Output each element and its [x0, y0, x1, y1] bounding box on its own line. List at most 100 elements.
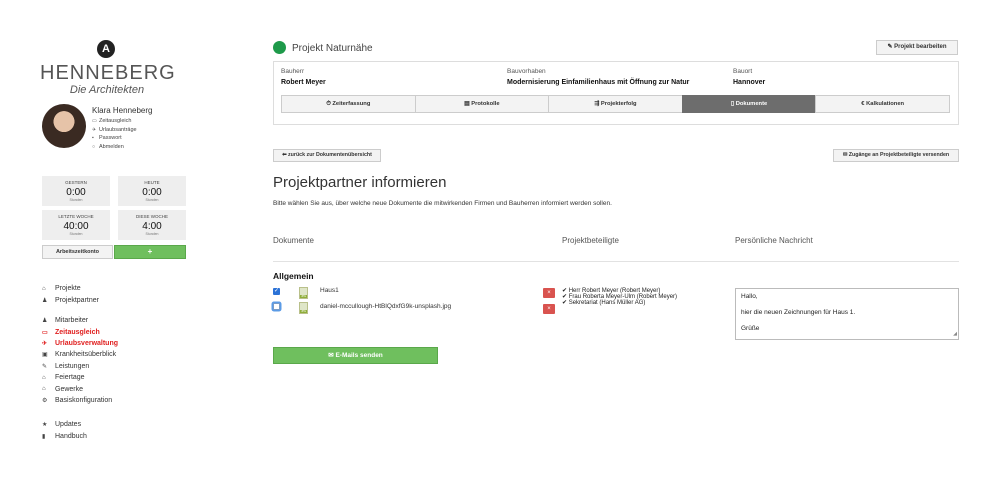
clock-card-icon: ▭ — [42, 329, 48, 336]
sidebar-item-label: Krankheitsüberblick — [55, 351, 117, 359]
sidebar-item[interactable]: ♟ Projektpartner — [42, 294, 99, 305]
briefcase-icon: ▣ — [42, 352, 48, 359]
sidebar-item[interactable]: ♟ Mitarbeiter — [42, 315, 118, 326]
work-time-account-button[interactable]: Arbeitszeitkonto — [42, 245, 113, 259]
home-icon: ⌂ — [42, 374, 46, 381]
send-emails-button[interactable]: ✉ E-Mails senden — [273, 347, 438, 364]
users-icon: ♟ — [42, 297, 48, 304]
sidebar-item-label: Projektpartner — [55, 296, 99, 304]
user-link-1[interactable]: ✈ Urlaubsanträge — [92, 126, 137, 135]
logo-name: HENNEBERG — [40, 62, 176, 84]
tab[interactable]: ▤ Protokolle — [414, 95, 550, 113]
nav-group-admin: ♟ Mitarbeiter ▭ Zeitausgleich ✈ Urlaubsverwal… — [42, 315, 118, 406]
field-bauherr: Bauherr Robert Meyer — [281, 68, 326, 86]
jpg-file-icon — [299, 287, 308, 299]
logout-icon: ○ — [92, 143, 96, 150]
column-header-documents: Dokumente — [273, 236, 314, 245]
sidebar-item[interactable]: ⚙ Basiskonfiguration — [42, 395, 118, 406]
message-line: Grüße — [741, 325, 760, 332]
sidebar-item-label: Projekte — [55, 285, 81, 293]
document-checkbox[interactable] — [273, 287, 280, 295]
sidebar-item-label: Basiskonfiguration — [55, 396, 113, 404]
document-name: daniel-mccullough-HtBlQdxfG9k-unsplash.j… — [320, 303, 452, 310]
stat-label: Letzte Woche — [58, 214, 94, 219]
stat-yesterday: Gestern 0:00 Stunden — [42, 176, 110, 206]
user-link-0[interactable]: ▭ Zeitausgleich — [92, 117, 137, 126]
jpg-file-icon — [299, 302, 308, 314]
stat-this-week: Diese Woche 4:00 Stunden — [118, 210, 186, 240]
stat-unit: Stunden — [145, 232, 159, 236]
participant-item: ✔ Sekretariat (Hans Müller AG) — [562, 300, 646, 306]
message-line: Hallo, — [741, 293, 758, 300]
send-access-button[interactable]: ✉ Zugänge an Projektbeteiligte versenden — [833, 149, 959, 162]
sidebar-item[interactable]: ✈ Urlaubsverwaltung — [42, 338, 118, 349]
user-link-label: Abmelden — [99, 143, 124, 150]
sidebar-item-label: Handbuch — [55, 432, 87, 440]
tab[interactable]: € Kalkulationen — [815, 95, 950, 113]
sidebar-item[interactable]: ⌂ Projekte — [42, 283, 99, 294]
sidebar-item[interactable]: ▣ Krankheitsüberblick — [42, 349, 118, 360]
logo-mark-icon: A — [97, 40, 115, 58]
remove-participant-button[interactable]: × — [543, 304, 555, 314]
stat-unit: Stunden — [145, 198, 159, 202]
document-name: Haus1 — [320, 287, 339, 294]
stat-unit: Stunden — [69, 198, 83, 202]
field-label: Bauort — [733, 68, 753, 75]
clock-card-icon: ▭ — [92, 118, 97, 125]
field-value: Modernisierung Einfamilienhaus mit Öffnu… — [507, 79, 690, 86]
user-link-3[interactable]: ○ Abmelden — [92, 143, 137, 152]
nav-group-help: ★ Updates ▮ Handbuch — [42, 419, 87, 442]
stat-last-week: Letzte Woche 40:00 Stunden — [42, 210, 110, 240]
intro-text: Bitte wählen Sie aus, über welche neue D… — [273, 200, 612, 207]
wrench-icon: ✎ — [42, 363, 48, 370]
project-info-panel: Bauherr Robert Meyer Bauvorhaben Moderni… — [273, 61, 959, 125]
add-time-button[interactable]: + — [114, 245, 186, 259]
user-link-2[interactable]: ▪ Passwort — [92, 134, 137, 143]
stat-unit: Stunden — [69, 232, 83, 236]
sidebar-item[interactable]: ✎ Leistungen — [42, 361, 118, 372]
document-checkbox[interactable] — [273, 303, 280, 310]
user-icon: ♟ — [42, 318, 48, 325]
field-value: Robert Meyer — [281, 79, 326, 86]
project-status-dot — [273, 41, 286, 54]
sidebar-item-label: Leistungen — [55, 362, 90, 370]
sidebar-item[interactable]: ⌂ Gewerke — [42, 383, 118, 394]
sidebar-item-label: Mitarbeiter — [55, 317, 89, 325]
back-to-documents-button[interactable]: ⬅ zurück zur Dokumentenübersicht — [273, 149, 381, 162]
user-link-label: Urlaubsanträge — [99, 126, 137, 133]
column-header-participants: Projektbeteiligte — [562, 236, 619, 245]
page-title: Projekt Naturnähe — [292, 43, 373, 54]
sidebar: A HENNEBERG Die Architekten Klara Henneb… — [0, 0, 200, 489]
user-menu: ▭ Zeitausgleich ✈ Urlaubsanträge ▪ Passwort ○ A… — [92, 117, 137, 151]
field-bauort: Bauort Hannover — [733, 68, 765, 86]
stat-value: 0:00 — [142, 187, 162, 198]
sidebar-item[interactable]: ⌂ Feiertage — [42, 372, 118, 383]
plane-icon: ✈ — [42, 340, 48, 347]
home-icon: ⌂ — [42, 285, 46, 292]
sidebar-item[interactable]: ▭ Zeitausgleich — [42, 326, 118, 337]
stat-value: 4:00 — [142, 221, 162, 232]
stat-value: 40:00 — [63, 221, 89, 232]
tab[interactable]: ⏱ Zeiterfassung — [281, 95, 416, 113]
remove-participant-button[interactable]: × — [543, 288, 555, 298]
tab[interactable]: ⇶ Projekterfolg — [548, 95, 683, 113]
sidebar-item-label: Gewerke — [55, 385, 84, 393]
sidebar-item[interactable]: ▮ Handbuch — [42, 430, 87, 441]
nav-group-projects: ⌂ Projekte ♟ Projektpartner — [42, 283, 99, 306]
stat-label: Heute — [144, 180, 160, 185]
edit-project-button[interactable]: ✎ Projekt bearbeiten — [876, 40, 958, 55]
tab[interactable]: ▯ Dokumente — [681, 95, 817, 113]
personal-message-textarea[interactable]: Hallo, hier die neuen Zeichnungen für Ha… — [735, 288, 959, 340]
home-icon: ⌂ — [42, 386, 46, 393]
section-heading: Projektpartner informieren — [273, 174, 447, 191]
field-bauvorhaben: Bauvorhaben Modernisierung Einfamilienha… — [507, 68, 689, 86]
project-tabs: ⏱ Zeiterfassung ▤ Protokolle ⇶ Projekterfo… — [281, 95, 950, 113]
book-icon: ▮ — [42, 433, 46, 440]
resize-handle-icon[interactable]: ◢ — [953, 330, 957, 338]
user-link-label: Passwort — [99, 135, 122, 142]
sidebar-item-label: Updates — [55, 421, 82, 429]
sidebar-item[interactable]: ★ Updates — [42, 419, 87, 430]
column-header-message: Persönliche Nachricht — [735, 236, 813, 245]
logo-subtitle: Die Architekten — [69, 84, 145, 96]
avatar — [42, 104, 86, 148]
